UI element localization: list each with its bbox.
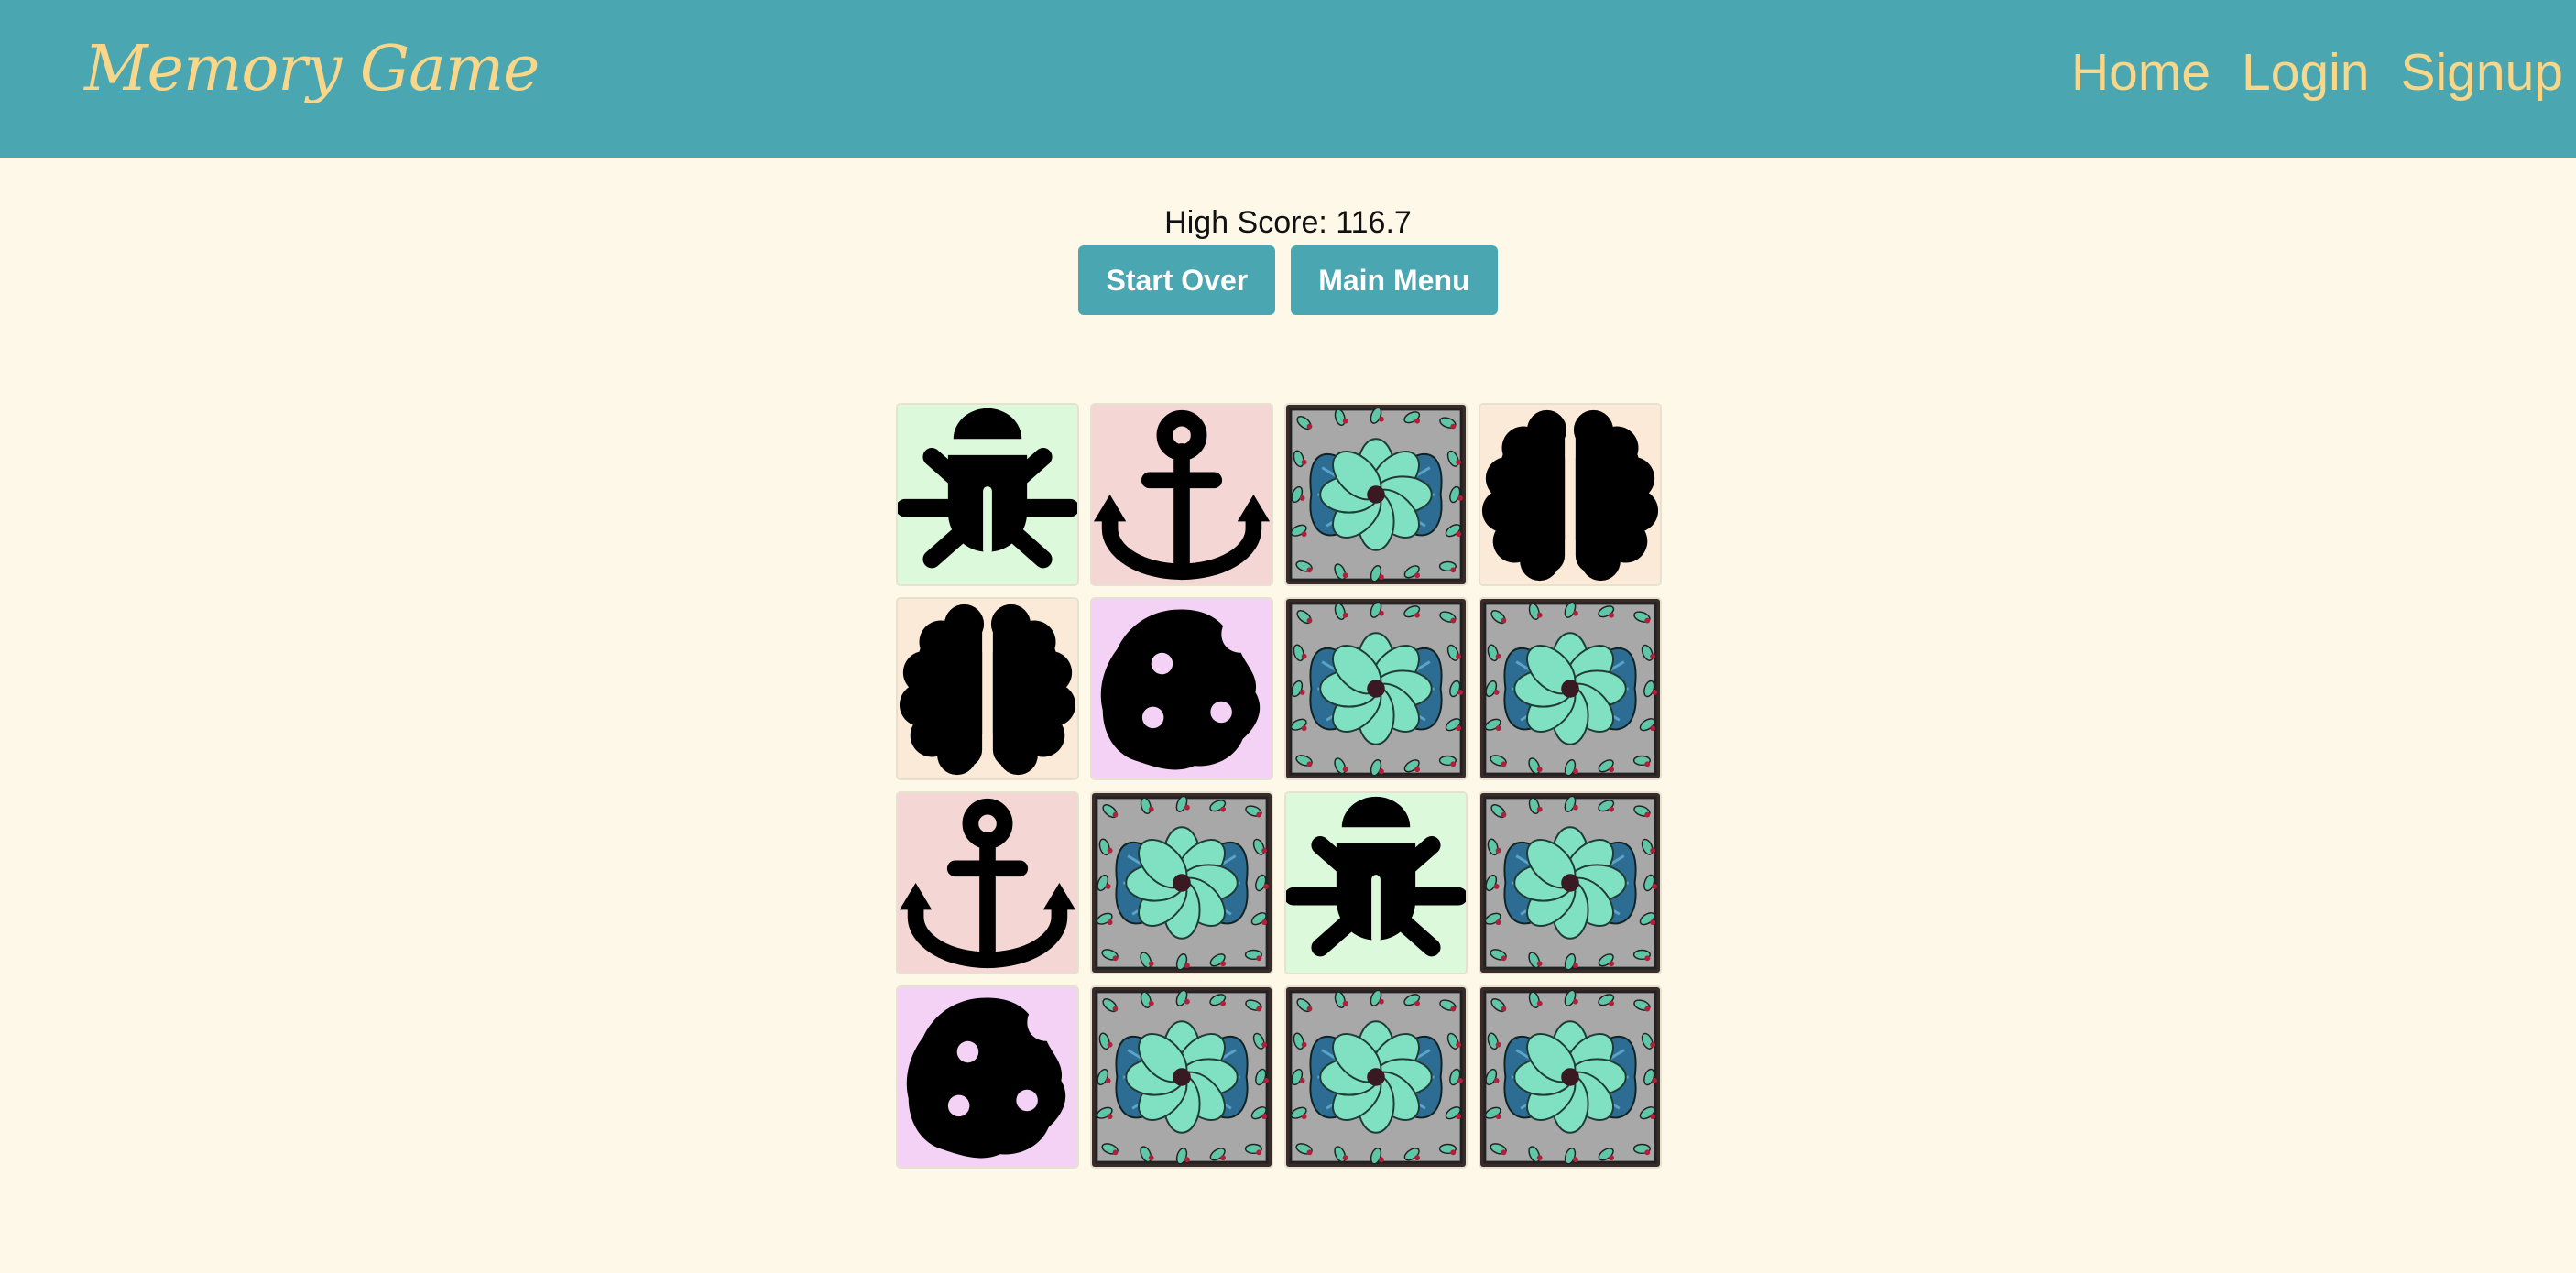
bug-icon bbox=[1286, 793, 1466, 973]
nav-home-link[interactable]: Home bbox=[2071, 42, 2210, 103]
memory-card-cookie[interactable] bbox=[1090, 597, 1273, 780]
memory-card-face-down[interactable] bbox=[1479, 985, 1662, 1169]
game-board bbox=[896, 403, 1665, 1172]
anchor-icon bbox=[898, 793, 1077, 973]
card-back-pattern-icon bbox=[1480, 599, 1660, 778]
brain-icon bbox=[1480, 405, 1660, 584]
nav-signup-link[interactable]: Signup bbox=[2401, 42, 2564, 103]
cookie-icon bbox=[1092, 599, 1272, 778]
nav-links: Home Login Signup bbox=[2071, 42, 2563, 103]
main-menu-button[interactable]: Main Menu bbox=[1291, 245, 1498, 315]
high-score: High Score: 116.7 bbox=[1164, 205, 1412, 240]
brain-icon bbox=[898, 599, 1077, 778]
bug-icon bbox=[898, 405, 1077, 584]
card-back-pattern-icon bbox=[1286, 599, 1466, 778]
memory-card-face-down[interactable] bbox=[1284, 597, 1468, 780]
cookie-icon bbox=[898, 987, 1077, 1167]
memory-card-face-down[interactable] bbox=[1284, 985, 1468, 1169]
card-back-pattern-icon bbox=[1286, 405, 1466, 584]
card-back-pattern-icon bbox=[1480, 987, 1660, 1167]
memory-card-bug[interactable] bbox=[896, 403, 1079, 586]
nav-login-link[interactable]: Login bbox=[2242, 42, 2369, 103]
memory-card-brain[interactable] bbox=[896, 597, 1079, 780]
memory-card-anchor[interactable] bbox=[896, 791, 1079, 974]
card-back-pattern-icon bbox=[1092, 793, 1272, 973]
memory-card-face-down[interactable] bbox=[1284, 403, 1468, 586]
memory-card-face-down[interactable] bbox=[1479, 597, 1662, 780]
memory-card-face-down[interactable] bbox=[1090, 985, 1273, 1169]
memory-card-cookie[interactable] bbox=[896, 985, 1079, 1169]
anchor-icon bbox=[1092, 405, 1272, 584]
brand-title[interactable]: Memory Game bbox=[84, 33, 540, 105]
memory-card-face-down[interactable] bbox=[1479, 791, 1662, 974]
memory-card-anchor[interactable] bbox=[1090, 403, 1273, 586]
navbar: Memory Game Home Login Signup bbox=[0, 0, 2576, 158]
card-back-pattern-icon bbox=[1286, 987, 1466, 1167]
start-over-button[interactable]: Start Over bbox=[1078, 245, 1276, 315]
card-back-pattern-icon bbox=[1092, 987, 1272, 1167]
memory-card-brain[interactable] bbox=[1479, 403, 1662, 586]
game-controls: Start Over Main Menu bbox=[0, 245, 2576, 315]
memory-card-face-down[interactable] bbox=[1090, 791, 1273, 974]
memory-card-bug[interactable] bbox=[1284, 791, 1468, 974]
card-back-pattern-icon bbox=[1480, 793, 1660, 973]
